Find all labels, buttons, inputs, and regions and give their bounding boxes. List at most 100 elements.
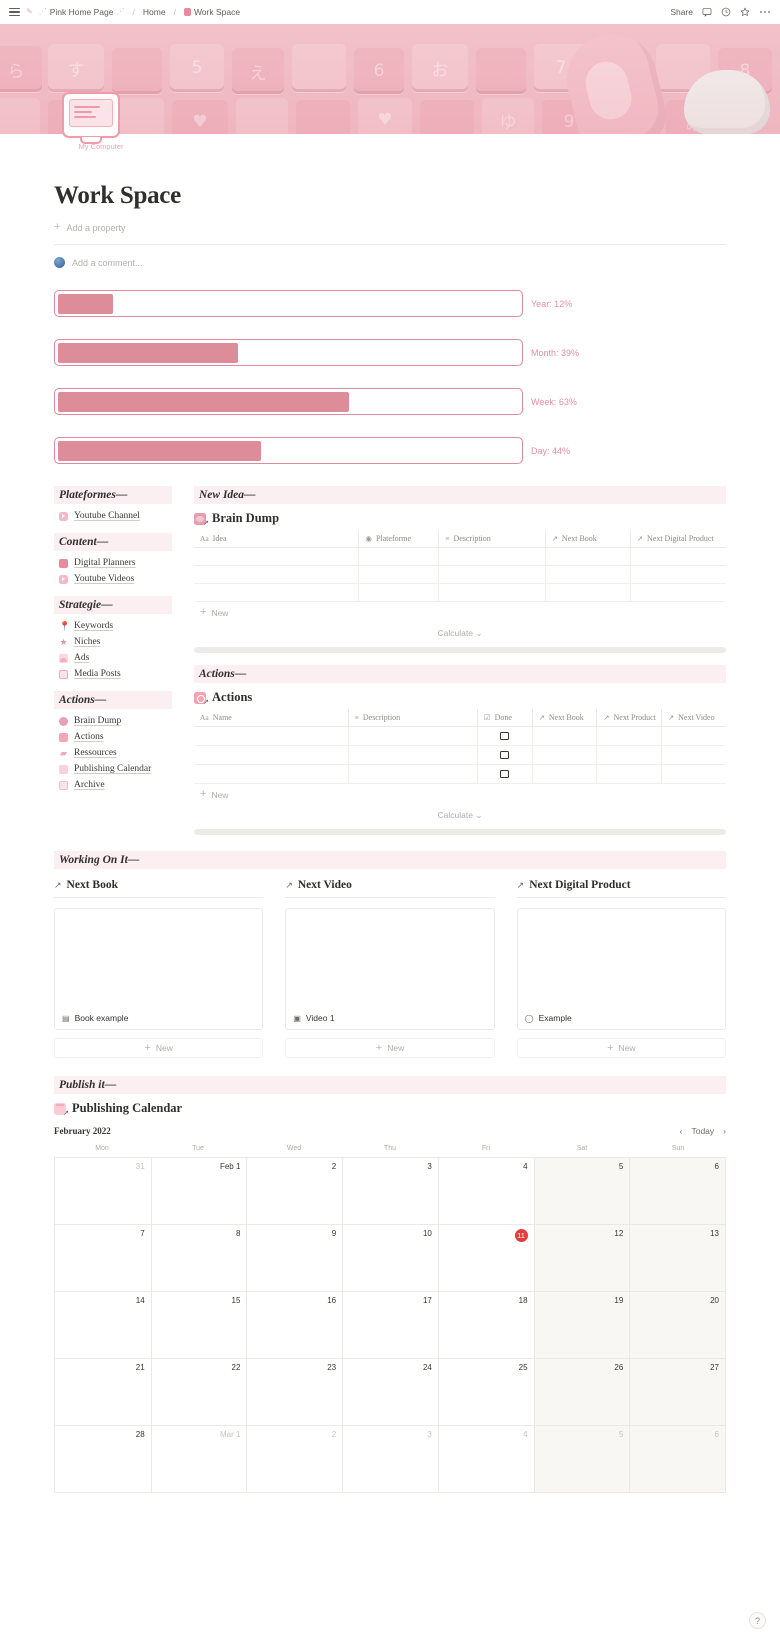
calendar-day[interactable]: 14 — [55, 1291, 151, 1358]
done-checkbox[interactable] — [500, 750, 509, 759]
gallery-title[interactable]: ↗ Next Digital Product — [516, 879, 726, 898]
cell[interactable] — [194, 764, 349, 784]
help-button[interactable]: ? — [749, 1612, 766, 1629]
gallery-new-button[interactable]: + New — [285, 1038, 495, 1058]
calendar-day[interactable]: 16 — [246, 1291, 343, 1358]
cell[interactable] — [630, 583, 726, 602]
calendar-day[interactable]: 21 — [55, 1358, 151, 1425]
cell[interactable] — [630, 565, 726, 584]
cell[interactable] — [532, 745, 598, 765]
calendar-day[interactable]: 13 — [629, 1224, 725, 1291]
cell[interactable] — [194, 583, 360, 602]
prev-month-button[interactable]: ‹ — [680, 1126, 683, 1136]
calendar-day[interactable]: 5 — [533, 1157, 630, 1224]
column-header-description[interactable]: ≡ Description — [438, 530, 546, 548]
calendar-day[interactable]: 6 — [629, 1157, 725, 1224]
sidebar-item-niches[interactable]: ★ Niches — [54, 634, 172, 650]
table-row[interactable] — [194, 726, 726, 746]
sidebar-item-keywords[interactable]: 📍 Keywords — [54, 618, 172, 634]
share-button[interactable]: Share — [670, 7, 693, 17]
calendar-day[interactable]: 7 — [55, 1224, 151, 1291]
cell[interactable] — [532, 726, 598, 746]
cell[interactable] — [438, 583, 546, 602]
done-checkbox[interactable] — [500, 769, 509, 778]
gallery-card[interactable]: ▣ Video 1 — [285, 908, 495, 1030]
cell[interactable] — [194, 547, 360, 566]
gallery-title[interactable]: ↗ Next Book — [54, 879, 264, 898]
cell[interactable] — [545, 565, 631, 584]
column-header-next-digital-product[interactable]: ↗ Next Digital Product — [630, 530, 726, 548]
add-comment-input[interactable]: Add a comment... — [72, 258, 143, 268]
column-header-plateforme[interactable]: ◉ Plateforme — [358, 530, 440, 548]
comment-icon[interactable] — [702, 7, 712, 17]
calendar-day[interactable]: 18 — [437, 1291, 534, 1358]
menu-icon[interactable] — [9, 8, 20, 16]
page-icon[interactable]: My Computer — [62, 92, 124, 151]
calendar-day[interactable]: 27 — [629, 1358, 725, 1425]
today-button[interactable]: Today — [691, 1126, 714, 1136]
table-row[interactable] — [194, 764, 726, 784]
calendar-day[interactable]: Mar 1 — [150, 1425, 247, 1492]
page-title[interactable]: Work Space — [54, 182, 726, 210]
database-title-brain-dump[interactable]: ↗ Brain Dump — [194, 511, 726, 527]
cell[interactable] — [661, 764, 726, 784]
sidebar-item-youtube-channel[interactable]: Youtube Channel — [54, 508, 172, 524]
cell[interactable] — [630, 547, 726, 566]
comment-row[interactable]: Add a comment... — [54, 257, 726, 268]
next-month-button[interactable]: › — [723, 1126, 726, 1136]
calendar-day[interactable]: 20 — [629, 1291, 725, 1358]
calendar-day[interactable]: 26 — [533, 1358, 630, 1425]
cell[interactable] — [194, 565, 360, 584]
breadcrumb-item-home-page[interactable]: ⋰ Pink Home Page ⋰ — [39, 7, 125, 17]
cell[interactable] — [532, 764, 598, 784]
calendar-day[interactable]: 6 — [629, 1425, 725, 1492]
calendar-day[interactable]: 2 — [246, 1157, 343, 1224]
sidebar-item-ressources[interactable]: ▰ Ressources — [54, 745, 172, 761]
calendar-day[interactable]: 2 — [246, 1425, 343, 1492]
gallery-card[interactable]: ▤ Book example — [54, 908, 264, 1030]
cell[interactable] — [358, 565, 440, 584]
database-title-publishing-calendar[interactable]: ↗ Publishing Calendar — [54, 1101, 726, 1117]
calendar-day[interactable]: 10 — [342, 1224, 438, 1291]
breadcrumb-item-home[interactable]: Home — [143, 7, 166, 17]
calendar-day[interactable]: 9 — [246, 1224, 343, 1291]
gallery-new-button[interactable]: + New — [516, 1038, 726, 1058]
cell[interactable] — [661, 745, 726, 765]
table-row[interactable] — [194, 745, 726, 765]
table-row[interactable] — [194, 547, 726, 566]
calendar-day[interactable]: 3 — [342, 1425, 438, 1492]
cell[interactable] — [596, 726, 662, 746]
more-icon[interactable] — [759, 7, 771, 17]
calendar-day[interactable]: Feb 1 — [150, 1157, 247, 1224]
cell[interactable] — [596, 745, 662, 765]
sidebar-item-media-posts[interactable]: Media Posts — [54, 666, 172, 682]
calendar-day[interactable]: 5 — [533, 1425, 630, 1492]
calendar-day[interactable]: 25 — [437, 1358, 534, 1425]
cell[interactable] — [194, 745, 349, 765]
calendar-day[interactable]: 17 — [342, 1291, 438, 1358]
cell[interactable] — [348, 726, 478, 746]
sidebar-item-digital-planners[interactable]: Digital Planners — [54, 555, 172, 571]
column-header-done[interactable]: ☑ Done — [477, 709, 533, 727]
cell[interactable] — [358, 583, 440, 602]
sidebar-item-publishing-calendar[interactable]: Publishing Calendar — [54, 761, 172, 777]
calendar-day-today[interactable]: 11 — [437, 1224, 534, 1291]
calendar-day[interactable]: 22 — [150, 1358, 247, 1425]
column-header-description[interactable]: ≡ Description — [348, 709, 478, 727]
sidebar-item-youtube-videos[interactable]: Youtube Videos — [54, 571, 172, 587]
calendar-day[interactable]: 19 — [533, 1291, 630, 1358]
cell[interactable] — [545, 583, 631, 602]
gallery-title[interactable]: ↗ Next Video — [285, 879, 495, 898]
calendar-day[interactable]: 23 — [246, 1358, 343, 1425]
calendar-day[interactable]: 3 — [342, 1157, 438, 1224]
breadcrumb-item-work-space[interactable]: Work Space — [183, 7, 240, 17]
horizontal-scrollbar[interactable] — [194, 829, 726, 835]
sidebar-item-actions[interactable]: Actions — [54, 729, 172, 745]
column-header-idea[interactable]: Aa Idea — [194, 530, 360, 548]
cell[interactable] — [545, 547, 631, 566]
calculate-button[interactable]: Calculate ⌄ — [194, 805, 726, 825]
column-header-next-book[interactable]: ↗ Next Book — [545, 530, 631, 548]
table-row[interactable] — [194, 565, 726, 584]
done-checkbox[interactable] — [500, 731, 509, 740]
sidebar-item-archive[interactable]: Archive — [54, 777, 172, 793]
